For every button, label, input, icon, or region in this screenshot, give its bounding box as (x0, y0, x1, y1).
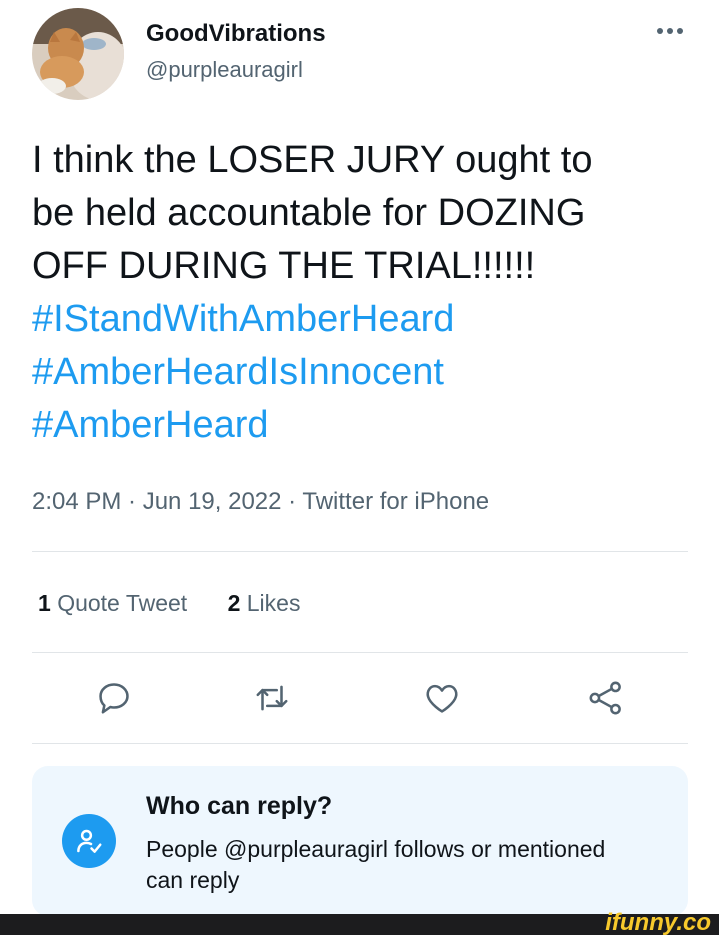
tweet-text: I think the LOSER JURY ought to be held … (32, 134, 692, 452)
reply-settings-description: People @purpleauragirl follows or mentio… (146, 836, 606, 893)
tweet-text-line: be held accountable for DOZING (32, 192, 586, 234)
avatar-photo (32, 8, 124, 100)
quote-count: 1 (38, 590, 51, 616)
hashtag-link[interactable]: #AmberHeard (32, 399, 692, 452)
quote-label: Quote Tweet (57, 590, 188, 616)
likes-stat[interactable]: 2 Likes (228, 590, 301, 617)
like-count: 2 (227, 590, 241, 616)
reply-icon[interactable] (90, 674, 138, 722)
like-label: Likes (246, 590, 301, 616)
reply-restriction-notice: Who can reply? People @purpleauragirl fo… (32, 766, 688, 916)
hashtag-link[interactable]: #AmberHeardIsInnocent (32, 346, 692, 399)
tweet-text-line: I think the LOSER JURY ought to (32, 139, 593, 181)
avatar[interactable] (32, 8, 124, 100)
tweet-stats: 1 Quote Tweet 2 Likes (38, 590, 300, 617)
tweet-timestamp[interactable]: 2:04 PM · Jun 19, 2022 · Twitter for iPh… (32, 488, 489, 516)
divider (32, 551, 688, 552)
quote-tweets-stat[interactable]: 1 Quote Tweet (38, 590, 187, 617)
display-name[interactable]: GoodVibrations (146, 20, 326, 48)
more-options-icon[interactable] (652, 16, 688, 46)
hashtag-link[interactable]: #IStandWithAmberHeard (32, 293, 692, 346)
reply-settings-title: Who can reply? (146, 792, 333, 820)
user-handle[interactable]: @purpleauragirl (146, 57, 303, 83)
like-icon[interactable] (418, 674, 466, 722)
tweet-text-line: OFF DURING THE TRIAL!!!!!! (32, 245, 536, 287)
ifunny-watermark: ifunny.co (605, 909, 711, 935)
retweet-icon[interactable] (248, 674, 296, 722)
share-icon[interactable] (582, 674, 630, 722)
divider (32, 652, 688, 653)
divider (32, 743, 688, 744)
person-check-icon (62, 814, 116, 868)
